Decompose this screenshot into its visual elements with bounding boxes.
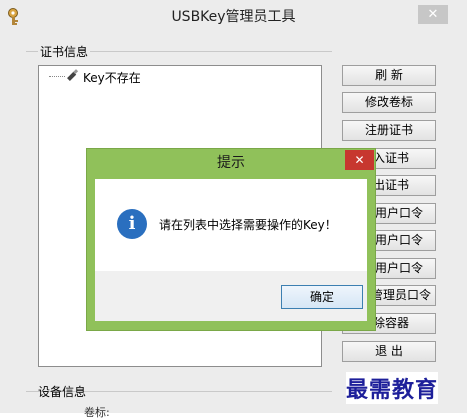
main-window: USBKey管理员工具 ✕ 证书信息 Key不存在 刷 新 修改卷标 注册证书 … <box>0 0 467 419</box>
window-title: USBKey管理员工具 <box>171 9 296 25</box>
dialog-title: 提示 <box>217 155 245 171</box>
close-icon: ✕ <box>427 7 439 22</box>
watermark-text: 最需教育 <box>346 372 439 404</box>
prompt-dialog: 提示 ✕ i 请在列表中选择需要操作的Key！ 确定 <box>86 148 376 331</box>
ok-button[interactable]: 确定 <box>281 285 363 309</box>
dialog-close-button[interactable]: ✕ <box>345 150 374 170</box>
device-group-label: 设备信息 <box>38 385 87 399</box>
dialog-body: i 请在列表中选择需要操作的Key！ 确定 <box>95 179 367 321</box>
dialog-message: 请在列表中选择需要操作的Key！ <box>159 218 337 232</box>
window-close-button[interactable]: ✕ <box>418 5 448 24</box>
close-icon: ✕ <box>354 153 365 167</box>
register-cert-button[interactable]: 注册证书 <box>342 120 436 141</box>
exit-button[interactable]: 退 出 <box>342 341 436 362</box>
cert-group-label: 证书信息 <box>38 43 91 60</box>
title-bar[interactable]: USBKey管理员工具 ✕ <box>0 0 467 34</box>
modify-label-button[interactable]: 修改卷标 <box>342 92 436 113</box>
tree-item-key-missing[interactable]: Key不存在 <box>83 69 141 86</box>
tree-connector <box>49 76 65 77</box>
refresh-button[interactable]: 刷 新 <box>342 65 436 86</box>
usb-key-node-icon <box>67 69 79 81</box>
volume-label: 卷标: <box>84 406 110 419</box>
info-icon: i <box>117 209 147 239</box>
